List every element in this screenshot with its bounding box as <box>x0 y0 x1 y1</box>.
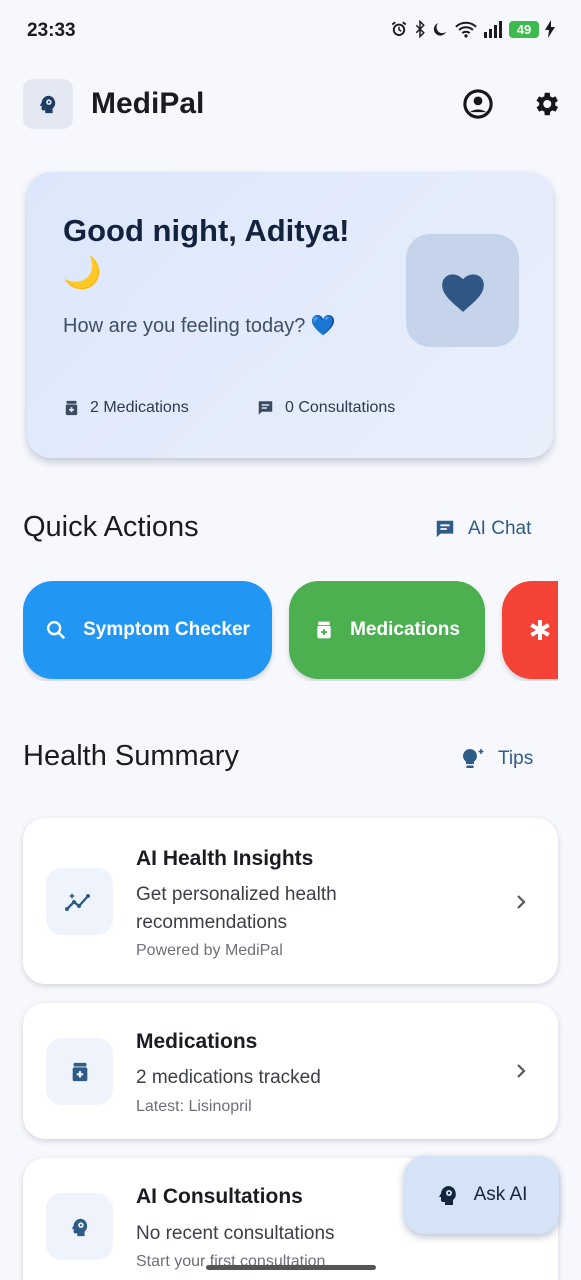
ask-ai-label: Ask AI <box>473 1184 528 1205</box>
medications-button[interactable]: Medications <box>289 581 485 679</box>
chevron-right-icon <box>517 1064 526 1078</box>
gear-icon <box>536 92 558 116</box>
medication-icon-tile <box>46 1038 113 1105</box>
medication-icon <box>72 1062 87 1081</box>
quick-actions-title: Quick Actions <box>23 511 199 543</box>
lightbulb-icon <box>463 749 484 768</box>
tips-link[interactable]: Tips <box>460 747 533 771</box>
medications-stat-label: 2 Medications <box>90 399 189 416</box>
home-indicator[interactable] <box>206 1265 376 1270</box>
ask-ai-button[interactable]: Ask AI <box>404 1156 559 1234</box>
chevron-right-icon <box>517 895 526 909</box>
greeting-subtitle: How are you feeling today? 💙 <box>63 315 336 337</box>
medication-icon <box>317 621 331 639</box>
symptom-checker-label: Symptom Checker <box>83 619 250 640</box>
card-description: 2 medications tracked <box>136 1067 321 1088</box>
consultations-stat-label: 0 Consultations <box>285 399 396 416</box>
card-meta: Latest: Lisinopril <box>136 1098 252 1115</box>
psychology-icon <box>438 1186 456 1205</box>
account-icon <box>463 89 493 119</box>
status-bar: 23:33 49 <box>0 0 581 64</box>
asterisk-icon <box>530 620 550 640</box>
card-title: AI Consultations <box>136 1185 303 1208</box>
moon-icon <box>433 22 447 36</box>
medication-icon <box>65 400 78 416</box>
card-meta: Powered by MediPal <box>136 942 283 959</box>
greeting-title: Good night, Aditya! 🌙 <box>63 213 350 290</box>
signal-icon <box>484 20 502 38</box>
alarm-icon <box>391 21 407 36</box>
app-bar: MediPal <box>0 79 581 129</box>
insights-icon-tile <box>46 868 113 935</box>
health-summary-title: Health Summary <box>23 740 239 772</box>
consultations-stat: 0 Consultations <box>256 399 395 417</box>
charging-icon <box>545 20 555 38</box>
status-time: 23:33 <box>27 20 76 41</box>
bluetooth-icon <box>415 20 425 38</box>
ai-chat-link[interactable]: AI Chat <box>434 518 531 540</box>
symptom-checker-button[interactable]: Symptom Checker <box>23 581 272 679</box>
insights-icon <box>64 892 90 911</box>
ai-health-insights-card[interactable]: AI Health Insights Get personalized heal… <box>23 818 558 984</box>
quick-actions-row: Symptom Checker Medications <box>23 581 558 681</box>
psychology-icon <box>39 95 56 114</box>
settings-button[interactable] <box>531 89 561 119</box>
card-title: Medications <box>136 1030 258 1053</box>
tips-label: Tips <box>498 748 534 769</box>
greeting-card: Good night, Aditya! 🌙 How are you feelin… <box>27 172 553 458</box>
card-description: Get personalized health recommendations <box>136 884 337 933</box>
battery-level: 49 <box>509 20 539 38</box>
heart-tile <box>406 234 519 347</box>
emergency-button[interactable] <box>502 581 558 679</box>
search-icon <box>47 621 66 640</box>
app-logo <box>23 79 73 129</box>
medications-button-label: Medications <box>350 619 460 640</box>
psychology-icon <box>71 1218 87 1236</box>
psychology-icon-tile <box>46 1193 113 1260</box>
medications-card[interactable]: Medications 2 medications tracked Latest… <box>23 1003 558 1139</box>
chat-icon <box>436 520 454 538</box>
chat-icon <box>258 401 273 415</box>
wifi-icon <box>455 21 477 38</box>
status-icons: 49 <box>390 20 555 38</box>
medications-stat: 2 Medications <box>63 399 189 417</box>
profile-button[interactable] <box>463 89 493 119</box>
heart-icon <box>441 273 484 312</box>
card-description: No recent consultations <box>136 1223 335 1244</box>
card-title: AI Health Insights <box>136 847 314 870</box>
ai-chat-label: AI Chat <box>468 518 532 539</box>
app-title: MediPal <box>91 87 205 120</box>
